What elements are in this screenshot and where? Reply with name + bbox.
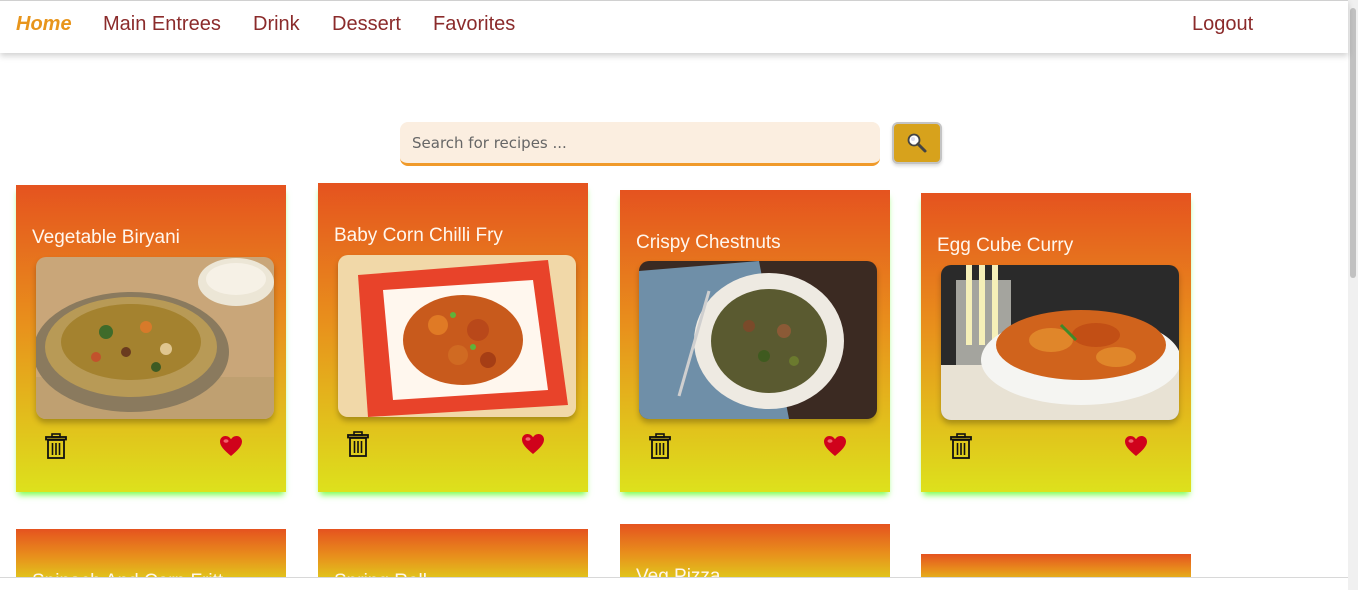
heart-icon[interactable] — [823, 435, 847, 457]
page-scrollbar[interactable] — [1348, 0, 1358, 590]
recipe-title: Baby Corn Chilli Fry — [334, 225, 503, 246]
nav-dessert-link[interactable]: Dessert — [332, 13, 401, 36]
heart-icon[interactable] — [219, 435, 243, 457]
recipe-card[interactable]: Vegetable Biryani — [16, 185, 286, 492]
scrollbar-thumb[interactable] — [1350, 8, 1356, 278]
nav-drink-link[interactable]: Drink — [253, 13, 300, 36]
nav-favorites-link[interactable]: Favorites — [433, 13, 515, 36]
heart-icon[interactable] — [1124, 435, 1148, 457]
bottom-strip — [0, 577, 1348, 591]
trash-icon[interactable] — [44, 433, 68, 459]
recipe-card[interactable]: Baby Corn Chilli Fry — [318, 183, 588, 492]
recipe-title: Egg Cube Curry — [937, 235, 1074, 256]
recipe-image[interactable] — [36, 257, 274, 419]
nav-home-link[interactable]: Home — [16, 13, 72, 36]
search-input[interactable] — [400, 122, 880, 166]
recipe-title: Crispy Chestnuts — [636, 232, 781, 253]
trash-icon[interactable] — [648, 433, 672, 459]
nav-logout-link[interactable]: Logout — [1192, 13, 1253, 36]
trash-icon[interactable] — [949, 433, 973, 459]
top-navbar: Home Main Entrees Drink Dessert Favorite… — [0, 0, 1348, 53]
recipe-image[interactable] — [941, 265, 1179, 420]
recipe-title: Vegetable Biryani — [32, 227, 180, 248]
nav-main-entrees-link[interactable]: Main Entrees — [103, 13, 221, 36]
search-button[interactable] — [892, 122, 942, 164]
heart-icon[interactable] — [521, 433, 545, 455]
recipe-card[interactable]: Egg Cube Curry — [921, 193, 1191, 492]
recipe-image[interactable] — [639, 261, 877, 419]
search-icon — [907, 133, 927, 153]
recipe-image[interactable] — [338, 255, 576, 417]
trash-icon[interactable] — [346, 431, 370, 457]
recipe-card[interactable]: Crispy Chestnuts — [620, 190, 890, 492]
